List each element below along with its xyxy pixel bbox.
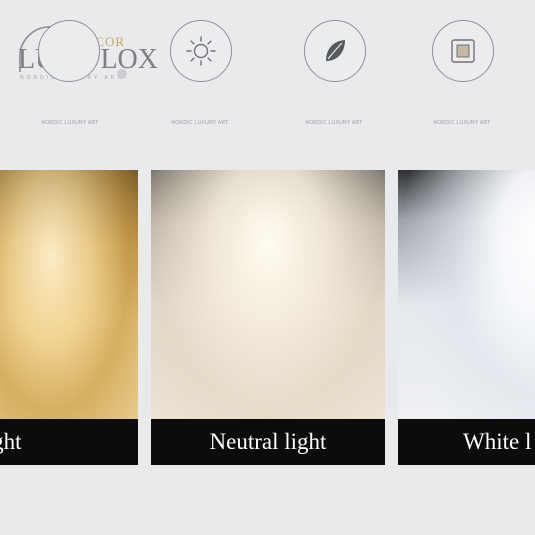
logo-dot-ornament bbox=[117, 69, 127, 79]
feature-caption: NORDIC LUXURY ART bbox=[305, 120, 363, 126]
light-label-bar: rm light bbox=[0, 419, 138, 465]
light-panel-white: White l bbox=[398, 170, 535, 465]
feature-switch bbox=[432, 20, 494, 82]
light-panel-warm: rm light bbox=[0, 170, 138, 465]
light-label-bar: White l bbox=[398, 419, 535, 465]
neutral-light-swatch bbox=[151, 170, 385, 419]
light-label-warm: rm light bbox=[0, 429, 22, 454]
feature-caption: NORDIC LUXURY ART bbox=[41, 120, 99, 126]
sun-icon bbox=[186, 36, 216, 66]
light-panel-neutral: Neutral light bbox=[151, 170, 385, 465]
feature-leaf bbox=[304, 20, 366, 82]
light-label-bar: Neutral light bbox=[151, 419, 385, 465]
feature-bulb bbox=[38, 20, 100, 82]
light-label-neutral: Neutral light bbox=[209, 429, 327, 454]
white-light-swatch bbox=[398, 170, 535, 419]
feature-sun bbox=[170, 20, 232, 82]
warm-light-swatch bbox=[0, 170, 138, 419]
feature-caption: NORDIC LUXURY ART bbox=[433, 120, 491, 126]
light-label-white: White l bbox=[463, 429, 532, 454]
switch-icon bbox=[451, 39, 475, 63]
leaf-icon bbox=[326, 40, 345, 61]
feature-caption: NORDIC LUXURY ART bbox=[171, 120, 229, 126]
